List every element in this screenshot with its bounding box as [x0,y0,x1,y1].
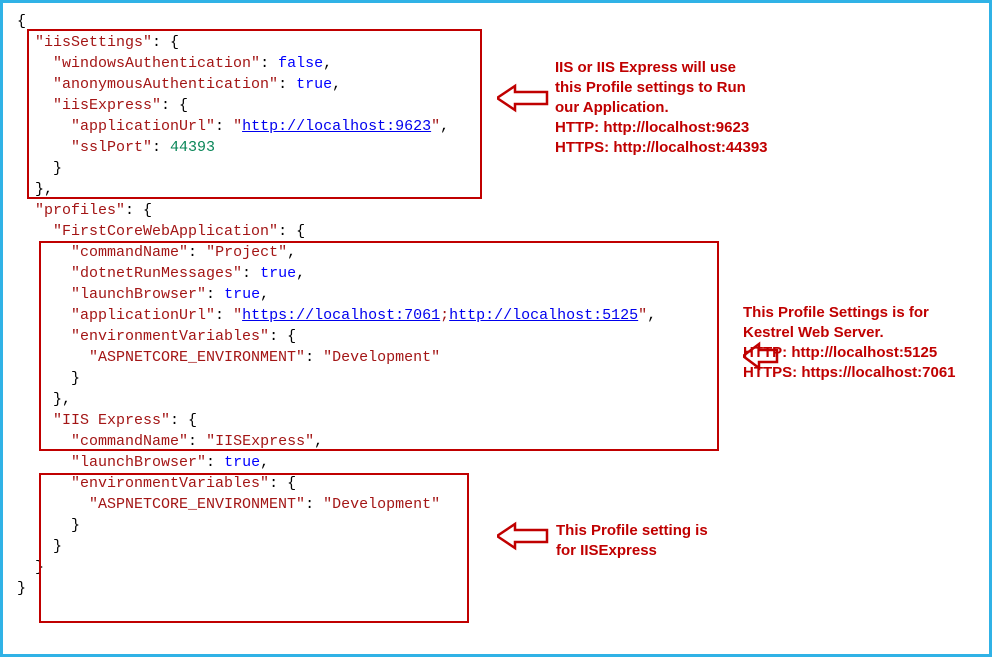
annotation-iisexpress: This Profile setting is for IISExpress [556,521,776,561]
arrow-icon [497,83,549,113]
highlight-box-kestrel-profile [39,241,719,451]
highlight-box-iisexpress-profile [39,473,469,623]
diagram-container: { "iisSettings": { "windowsAuthenticatio… [0,0,992,657]
highlight-box-iissettings [27,29,482,199]
annotation-kestrel: This Profile Settings is for Kestrel Web… [743,303,991,383]
annotation-iis: IIS or IIS Express will use this Profile… [555,58,815,158]
arrow-icon [497,521,549,551]
